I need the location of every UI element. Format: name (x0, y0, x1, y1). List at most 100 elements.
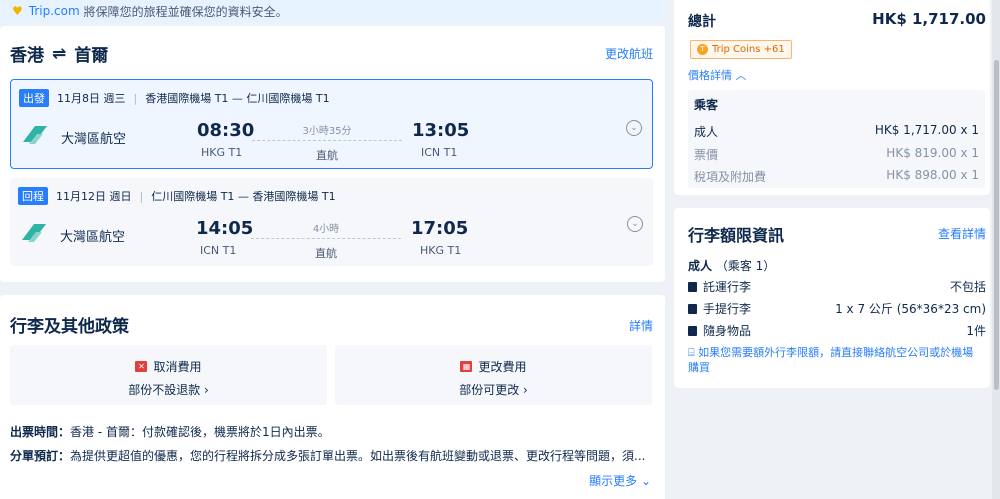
divider: | (133, 91, 138, 105)
flights-card: 香港 ⇌ 首爾 更改航班 出發 11月8日 週三 | 香港國際機場 T1 — 仁… (0, 26, 665, 282)
baggage-card: 行李額限資訊 查看詳情 成人 （乘客 1） 託運行李 不包括 手提行李 1 x … (674, 208, 990, 388)
segment-header: 出發 11月8日 週三 | 香港國際機場 T1 — 仁川國際機場 T1 (19, 89, 330, 107)
policy-card: 行李及其他政策 詳情 ✕ 取消費用 部份不設退款 › ▦ 更改費用 部份可更改 › … (0, 295, 665, 499)
baggage-row-value: 1件 (966, 324, 986, 338)
cancel-calendar-icon: ✕ (135, 361, 148, 372)
segment-tag: 回程 (18, 187, 48, 205)
baggage-row-value: 1 x 7 公斤 (56*36*23 cm) (835, 302, 986, 316)
cancel-fee-title: 取消費用 (153, 360, 202, 374)
personal-item-icon (688, 325, 697, 336)
baggage-row-label: 託運行李 (703, 280, 752, 294)
ticketing-note: 出票時間：香港 - 首爾：付款確認後，機票將於1日內出票。 (10, 423, 655, 440)
departure-airport: ICN T1 (200, 244, 237, 257)
price-row-value: HK$ 898.00 x 1 (886, 168, 979, 182)
ticketing-label: 出票時間： (10, 425, 71, 439)
checked-bag-icon (688, 281, 697, 292)
change-fee-box[interactable]: ▦ 更改費用 部份可更改 › (335, 345, 652, 405)
show-more-link[interactable]: 顯示更多 ⌄ (589, 472, 651, 489)
total-value: HK$ 1,717.00 (872, 10, 986, 28)
coin-icon: T (697, 44, 708, 55)
passenger-price-box: 乘客 成人 HK$ 1,717.00 x 1 票價 HK$ 819.00 x 1… (688, 90, 985, 188)
departure-airport: HKG T1 (201, 146, 243, 159)
price-summary-card: 總計 HK$ 1,717.00 T Trip Coins +61 價格詳情 ︿ … (674, 0, 990, 195)
price-row-label: 稅項及附加費 (694, 170, 767, 184)
baggage-tip-text: 如果您需要額外行李限額，請直接聯絡航空公司或於機場購買 (688, 346, 974, 374)
airline-logo-icon (23, 126, 47, 144)
passenger-header: 乘客 (694, 98, 719, 112)
price-row-fare: 票價 HK$ 819.00 x 1 (694, 146, 979, 163)
swap-arrows-icon: ⇌ (52, 43, 67, 64)
route-origin: 香港 (10, 46, 44, 66)
split-note: 分單預訂：為提供更超值的優惠，您的行程將拆分成多張訂單出票。如出票後有航班變動或… (10, 447, 655, 464)
stops-label: 直航 (315, 247, 337, 260)
trip-coins-text: Trip Coins +61 (712, 44, 785, 55)
duration-line (252, 140, 402, 141)
cancel-fee-box[interactable]: ✕ 取消費用 部份不設退款 › (10, 345, 327, 405)
divider: | (139, 189, 144, 203)
segment-route: 仁川國際機場 T1 — 香港國際機場 T1 (151, 190, 336, 203)
baggage-row-label: 手提行李 (703, 302, 752, 316)
chevron-down-icon[interactable]: ⌄ (627, 216, 643, 232)
ticketing-text: 香港 - 首爾：付款確認後，機票將於1日內出票。 (70, 425, 330, 439)
price-row-label: 票價 (694, 148, 719, 162)
split-text: 為提供更超值的優惠，您的行程將拆分成多張訂單出票。如出票後有航班變動或退票、更改… (70, 449, 646, 463)
chevron-down-icon[interactable]: ⌄ (626, 120, 642, 136)
outbound-segment[interactable]: 出發 11月8日 週三 | 香港國際機場 T1 — 仁川國際機場 T1 大灣區航… (10, 79, 653, 169)
segment-tag: 出發 (19, 89, 49, 107)
luggage-icon: ⌸ (688, 346, 699, 359)
arrival-time: 13:05 (412, 120, 470, 141)
baggage-row-value: 不包括 (949, 280, 986, 294)
duration-line (251, 238, 401, 239)
brand-name: Trip.com (28, 4, 80, 18)
price-row-label: 成人 (694, 125, 719, 139)
split-label: 分單預訂： (10, 449, 71, 463)
baggage-title: 行李額限資訊 (688, 226, 785, 245)
arrival-airport: HKG T1 (420, 244, 462, 257)
price-row-value: HK$ 1,717.00 x 1 (874, 123, 979, 137)
stops-label: 直航 (316, 149, 338, 162)
price-row-adult: 成人 HK$ 1,717.00 x 1 (694, 123, 979, 140)
baggage-detail-link[interactable]: 查看詳情 (938, 225, 986, 242)
trip-coins-badge: T Trip Coins +61 (690, 40, 792, 59)
arrival-time: 17:05 (411, 218, 469, 239)
change-fee-sub: 部份可更改 › (459, 383, 528, 397)
segment-route: 香港國際機場 T1 — 仁川國際機場 T1 (145, 92, 330, 105)
security-banner: ♥ Trip.com 將保障您的旅程並確保您的資料安全。 (0, 0, 665, 22)
airline-logo-icon (22, 224, 46, 242)
cancel-fee-sub: 部份不設退款 › (128, 383, 209, 397)
baggage-row-carryon: 手提行李 1 x 7 公斤 (56*36*23 cm) (688, 300, 986, 317)
change-flight-link[interactable]: 更改航班 (605, 45, 653, 62)
segment-date: 11月8日 週三 (57, 92, 126, 105)
policy-title: 行李及其他政策 (10, 317, 129, 337)
baggage-row-personal: 隨身物品 1件 (688, 322, 986, 339)
segment-header: 回程 11月12日 週日 | 仁川國際機場 T1 — 香港國際機場 T1 (18, 187, 336, 205)
scrollbar-thumb[interactable] (994, 60, 999, 390)
departure-time: 14:05 (196, 218, 254, 239)
price-detail-toggle[interactable]: 價格詳情 ︿ (688, 67, 747, 83)
banner-text: 將保障您的旅程並確保您的資料安全。 (83, 4, 288, 19)
total-label: 總計 (688, 14, 716, 30)
baggage-row-checked: 託運行李 不包括 (688, 278, 986, 295)
baggage-pax-sub: （乘客 1） (715, 259, 776, 273)
flight-duration: 4小時 (312, 224, 340, 235)
price-row-value: HK$ 819.00 x 1 (886, 146, 979, 160)
baggage-tip: ⌸ 如果您需要額外行李限額，請直接聯絡航空公司或於機場購買 (688, 345, 978, 375)
segment-date: 11月12日 週日 (56, 190, 132, 203)
route-title: 香港 ⇌ 首爾 (10, 41, 109, 67)
airline-name: 大灣區航空 (60, 230, 126, 245)
arrival-airport: ICN T1 (421, 146, 458, 159)
shield-icon: ♥ (12, 4, 23, 18)
carry-on-bag-icon (688, 303, 697, 314)
return-segment[interactable]: 回程 11月12日 週日 | 仁川國際機場 T1 — 香港國際機場 T1 大灣區… (10, 178, 653, 266)
baggage-pax-label: 成人 (688, 259, 713, 273)
airline-name: 大灣區航空 (61, 132, 127, 147)
change-calendar-icon: ▦ (460, 361, 473, 372)
price-row-tax: 稅項及附加費 HK$ 898.00 x 1 (694, 168, 979, 185)
route-destination: 首爾 (74, 46, 109, 66)
baggage-passenger: 成人 （乘客 1） (688, 257, 775, 274)
flight-duration: 3小時35分 (302, 126, 352, 137)
baggage-row-label: 隨身物品 (703, 324, 752, 338)
departure-time: 08:30 (197, 120, 255, 141)
change-fee-title: 更改費用 (478, 360, 527, 374)
policy-detail-link[interactable]: 詳情 (629, 317, 653, 334)
